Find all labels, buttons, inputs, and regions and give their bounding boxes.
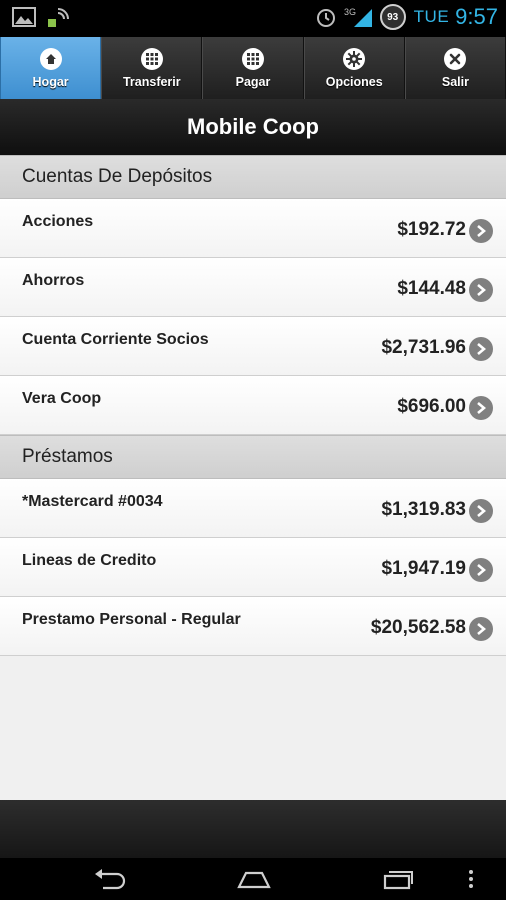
- gear-icon: [343, 47, 366, 70]
- account-name: Vera Coop: [22, 390, 102, 407]
- account-list: Cuentas De Depósitos Acciones $192.72 Ah…: [0, 155, 506, 800]
- section-header-deposits: Cuentas De Depósitos: [0, 155, 506, 199]
- tab-pagar[interactable]: Pagar: [202, 37, 304, 99]
- svg-text:3G: 3G: [344, 7, 356, 17]
- account-row[interactable]: *Mastercard #0034 $1,319.83: [0, 479, 506, 538]
- tab-transferir[interactable]: Transferir: [101, 37, 203, 99]
- home-icon: [39, 47, 62, 70]
- footer-bar: [0, 800, 506, 858]
- account-row[interactable]: Prestamo Personal - Regular $20,562.58: [0, 597, 506, 656]
- account-name: Prestamo Personal - Regular: [22, 611, 241, 628]
- close-icon: [444, 47, 467, 70]
- account-balance: $144.48: [397, 278, 466, 299]
- account-name: Lineas de Credito: [22, 552, 157, 569]
- chevron-right-icon[interactable]: [469, 219, 493, 243]
- tab-hogar[interactable]: Hogar: [0, 37, 102, 99]
- tab-label: Hogar: [32, 74, 69, 89]
- tab-salir[interactable]: Salir: [404, 37, 506, 99]
- account-balance: $20,562.58: [370, 617, 466, 638]
- home-icon[interactable]: [236, 866, 272, 892]
- image-icon: [12, 5, 36, 29]
- account-name: Cuenta Corriente Socios: [22, 331, 209, 348]
- grid-icon: [242, 47, 264, 70]
- system-nav-bar: [0, 858, 506, 900]
- tab-label: Opciones: [325, 74, 383, 89]
- page-title: Mobile Coop: [187, 114, 319, 139]
- chevron-right-icon[interactable]: [469, 337, 493, 361]
- wifi-icon: [46, 5, 70, 29]
- signal-icon: 3G: [344, 5, 374, 29]
- account-row[interactable]: Cuenta Corriente Socios $2,731.96: [0, 317, 506, 376]
- account-name: *Mastercard #0034: [22, 493, 163, 510]
- chevron-right-icon[interactable]: [469, 278, 493, 302]
- status-bar: 3G 93 TUE 9:57: [0, 0, 506, 37]
- account-name: Ahorros: [22, 272, 85, 289]
- grid-icon: [140, 47, 163, 70]
- account-row[interactable]: Ahorros $144.48: [0, 258, 506, 317]
- chevron-right-icon[interactable]: [469, 558, 493, 582]
- account-balance: $2,731.96: [381, 337, 466, 358]
- back-icon[interactable]: [92, 866, 128, 892]
- tab-label: Transferir: [122, 74, 181, 89]
- chevron-right-icon[interactable]: [469, 617, 493, 641]
- account-row[interactable]: Vera Coop $696.00: [0, 376, 506, 435]
- tab-label: Salir: [441, 74, 469, 89]
- recents-icon[interactable]: [380, 866, 416, 892]
- battery-icon: 93: [379, 4, 406, 30]
- status-time: 9:57: [455, 4, 498, 29]
- account-row[interactable]: Lineas de Credito $1,947.19: [0, 538, 506, 597]
- chevron-right-icon[interactable]: [469, 396, 493, 420]
- menu-icon[interactable]: [463, 866, 479, 892]
- account-name: Acciones: [22, 213, 94, 230]
- account-balance: $696.00: [397, 396, 466, 417]
- tab-bar: Hogar Transferir Pagar Opciones Salir: [0, 37, 506, 99]
- tab-opciones[interactable]: Opciones: [303, 37, 405, 99]
- account-balance: $1,319.83: [381, 499, 466, 520]
- account-row[interactable]: Acciones $192.72: [0, 199, 506, 258]
- account-balance: $1,947.19: [381, 558, 466, 579]
- section-header-loans: Préstamos: [0, 435, 506, 479]
- alarm-icon: [314, 5, 338, 29]
- account-balance: $192.72: [397, 219, 466, 240]
- title-bar: Mobile Coop: [0, 99, 506, 155]
- chevron-right-icon[interactable]: [469, 499, 493, 523]
- tab-label: Pagar: [235, 74, 271, 89]
- status-day: TUE: [413, 7, 450, 26]
